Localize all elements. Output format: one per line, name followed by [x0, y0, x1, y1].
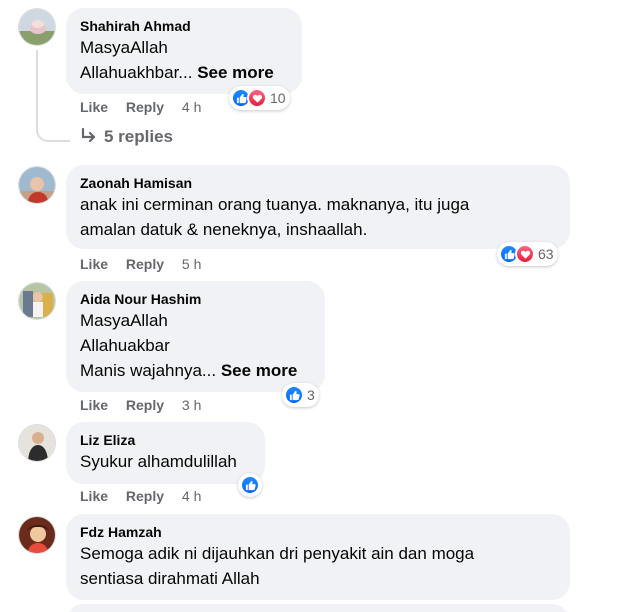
reaction-count: 10: [270, 90, 286, 106]
comment-author[interactable]: Aida Nour Hashim: [80, 290, 311, 308]
reply-button[interactable]: Reply: [126, 488, 164, 504]
reply-arrow-icon: [81, 127, 96, 143]
comment-text-line: sentiasa dirahmati Allah: [80, 569, 260, 588]
reaction-summary[interactable]: 3: [282, 383, 319, 407]
like-button[interactable]: Like: [80, 99, 108, 115]
comment-author[interactable]: Zaonah Hamisan: [80, 174, 556, 192]
comment-text-line: Manis wajahnya... See more: [80, 358, 311, 383]
reply-button[interactable]: Reply: [126, 256, 164, 272]
comment-bubble: Liz Eliza Syukur alhamdulillah: [66, 422, 265, 484]
reply-button[interactable]: Reply: [126, 397, 164, 413]
avatar[interactable]: [18, 516, 56, 554]
comment-bubble: Fdz Hamzah Semoga adik ni dijauhkan dri …: [66, 514, 570, 600]
comment-text-line: MasyaAllah: [80, 38, 168, 57]
comment-text-line: Semoga adik ni dijauhkan dri penyakit ai…: [80, 544, 475, 563]
comment-actions: Like Reply 5 h: [80, 256, 215, 272]
avatar[interactable]: [18, 424, 56, 462]
see-more-link[interactable]: See more: [197, 63, 274, 82]
reaction-summary[interactable]: 10: [229, 86, 290, 110]
reaction-summary[interactable]: 63: [497, 242, 558, 266]
avatar[interactable]: [18, 282, 56, 320]
like-button[interactable]: Like: [80, 256, 108, 272]
comment-text-line: amalan datuk & neneknya, inshaallah.: [80, 220, 368, 239]
view-replies-button[interactable]: 5 replies: [80, 127, 173, 147]
comment-author[interactable]: Liz Eliza: [80, 431, 251, 449]
heart-icon: [247, 88, 267, 108]
comment-actions: Like Reply 4 h: [80, 488, 215, 504]
comment-timestamp[interactable]: 3 h: [182, 397, 201, 413]
comment-actions: Like Reply 3 h: [80, 397, 215, 413]
replies-count: 5 replies: [104, 127, 173, 146]
reply-button[interactable]: Reply: [126, 99, 164, 115]
comment-timestamp[interactable]: 4 h: [182, 99, 201, 115]
like-button[interactable]: Like: [80, 397, 108, 413]
comment-bubble: Aida Nour Hashim MasyaAllah Allahuakbar …: [66, 281, 325, 392]
comment-text-line: MasyaAllah: [80, 311, 168, 330]
thread-connector: [36, 50, 70, 142]
like-button[interactable]: Like: [80, 488, 108, 504]
comment-text-line: Allahuakbar: [80, 336, 170, 355]
comment-bubble-partial: [66, 604, 570, 612]
comment-author[interactable]: Fdz Hamzah: [80, 523, 556, 541]
avatar[interactable]: [18, 8, 56, 46]
comment-text: Allahuakhbar...: [80, 63, 193, 82]
comment-bubble: Zaonah Hamisan anak ini cerminan orang t…: [66, 165, 570, 249]
reaction-count: 3: [307, 387, 315, 403]
comment-bubble: Shahirah Ahmad MasyaAllah Allahuakhbar..…: [66, 8, 302, 94]
comment-timestamp[interactable]: 4 h: [182, 488, 201, 504]
thumbs-up-icon: [240, 475, 260, 495]
comment-text-line: Allahuakhbar... See more: [80, 60, 288, 85]
thumbs-up-icon: [284, 385, 304, 405]
comment-text: Manis wajahnya...: [80, 361, 217, 380]
reaction-summary[interactable]: [238, 473, 262, 497]
comment-text-line: Syukur alhamdulillah: [80, 452, 237, 471]
comment-text-line: anak ini cerminan orang tuanya. maknanya…: [80, 195, 470, 214]
comment-timestamp[interactable]: 5 h: [182, 256, 201, 272]
reaction-count: 63: [538, 246, 554, 262]
avatar[interactable]: [18, 166, 56, 204]
heart-icon: [515, 244, 535, 264]
comment-actions: Like Reply 4 h: [80, 99, 215, 115]
see-more-link[interactable]: See more: [221, 361, 298, 380]
comment-author[interactable]: Shahirah Ahmad: [80, 17, 288, 35]
